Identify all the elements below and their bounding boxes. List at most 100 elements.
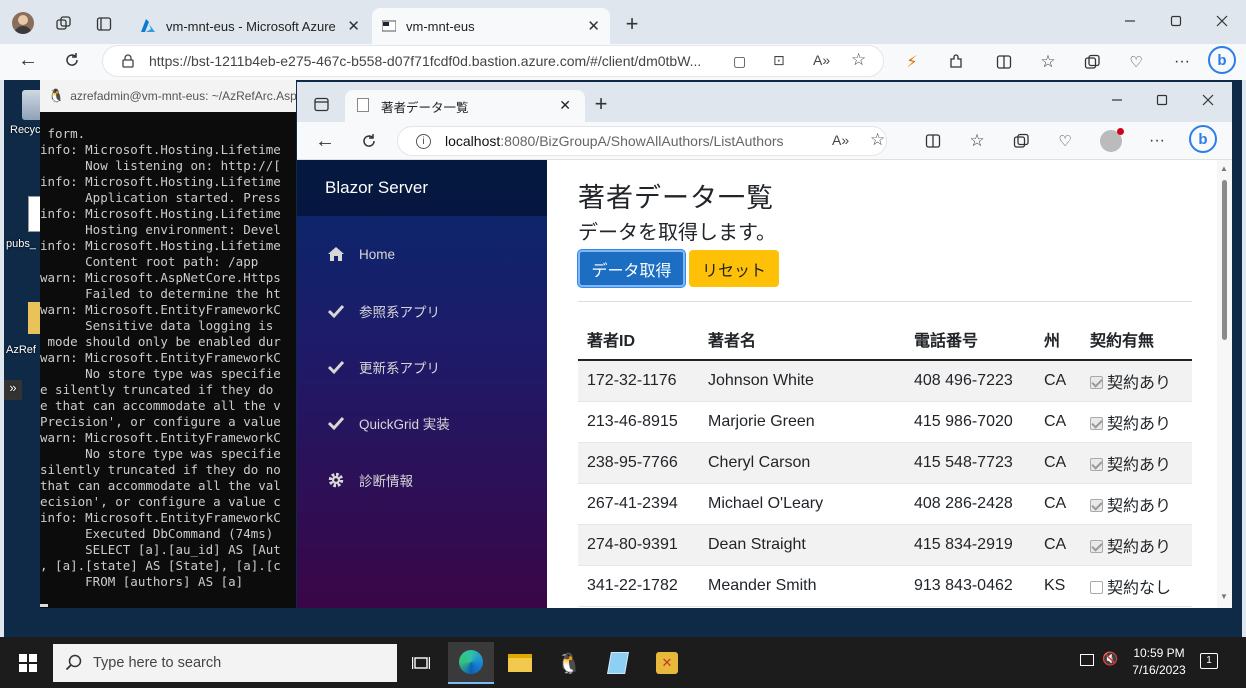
linux-terminal-taskbar-icon[interactable]: 🐧 <box>546 642 592 684</box>
app-available-icon[interactable]: ⊡ <box>773 52 785 69</box>
contract-cell: 契約あり <box>1081 442 1192 484</box>
scroll-thumb[interactable] <box>1222 180 1227 340</box>
file-explorer-icon[interactable] <box>497 642 543 684</box>
bing-copilot-icon[interactable]: b <box>1189 125 1217 153</box>
more-menu-icon[interactable]: ··· <box>1143 127 1171 155</box>
folder-icon[interactable]: AzRef <box>6 302 42 356</box>
expand-chevron-icon[interactable]: » <box>4 380 22 400</box>
bing-copilot-icon[interactable]: b <box>1206 44 1238 76</box>
terminal-line: e that can accommodate all the v <box>40 398 281 413</box>
close-icon[interactable]: ✕ <box>559 97 571 114</box>
terminal-line: info: Microsoft.Hosting.Lifetime <box>40 206 281 221</box>
tab-azure[interactable]: vm-mnt-eus - Microsoft Azure ✕ <box>130 8 370 44</box>
refresh-icon[interactable] <box>56 44 88 76</box>
volume-mute-icon[interactable]: 🔇 <box>1102 651 1118 667</box>
info-icon[interactable]: i <box>416 133 431 149</box>
author-name-cell: Meander Smith <box>699 565 905 607</box>
split-screen-icon[interactable] <box>988 46 1020 78</box>
terminal-window[interactable]: 🐧 azrefadmin@vm-mnt-eus: ~/AzRefArc.Asp … <box>40 80 296 608</box>
terminal-title-bar: 🐧 azrefadmin@vm-mnt-eus: ~/AzRefArc.Asp <box>40 80 296 112</box>
clipboard-icon[interactable]: ▢ <box>733 53 746 70</box>
terminal-line: Executed DbCommand (74ms) <box>40 526 281 541</box>
network-icon[interactable] <box>1080 654 1094 666</box>
tools-app-icon[interactable]: ✕ <box>644 642 690 684</box>
contract-checkbox[interactable] <box>1090 580 1103 594</box>
contract-checkbox[interactable] <box>1090 498 1103 512</box>
new-tab-icon[interactable]: + <box>587 90 615 118</box>
new-tab-icon[interactable]: + <box>616 8 648 40</box>
favorite-star-icon[interactable]: ☆ <box>870 130 885 150</box>
notification-center-icon[interactable]: 1 <box>1200 653 1218 669</box>
refresh-icon[interactable] <box>355 127 383 155</box>
gear-icon <box>328 472 344 488</box>
inner-address-bar[interactable]: i localhost:8080/BizGroupA/ShowAllAuthor… <box>397 126 887 156</box>
contract-checkbox[interactable] <box>1090 457 1103 471</box>
favorite-star-icon[interactable]: ☆ <box>851 50 866 70</box>
tab-vm[interactable]: vm-mnt-eus ✕ <box>372 8 610 44</box>
edge-taskbar-icon[interactable] <box>448 642 494 684</box>
close-icon[interactable]: ✕ <box>587 17 600 35</box>
contract-checkbox[interactable] <box>1090 539 1103 553</box>
contract-checkbox[interactable] <box>1090 375 1103 389</box>
back-icon[interactable]: ← <box>311 127 339 155</box>
column-header-state[interactable]: 州 <box>1035 319 1081 361</box>
profile-icon[interactable] <box>1097 127 1125 155</box>
reset-button[interactable]: リセット <box>689 250 779 287</box>
favorites-icon[interactable]: ☆ <box>1032 46 1064 78</box>
minimize-icon[interactable] <box>1103 86 1131 114</box>
contract-cell: 契約あり <box>1081 401 1192 443</box>
maximize-icon[interactable] <box>1148 86 1176 114</box>
scroll-down-arrow[interactable]: ▼ <box>1220 592 1228 601</box>
nav-item-reference-apps[interactable]: 参照系アプリ <box>327 301 440 321</box>
nav-item-diagnostics[interactable]: 診断情報 <box>327 470 413 490</box>
tab-actions-icon[interactable] <box>88 8 120 40</box>
close-icon[interactable]: ✕ <box>347 17 360 35</box>
close-window-icon[interactable] <box>1206 5 1238 37</box>
taskbar-search[interactable]: Type here to search <box>53 644 397 682</box>
read-aloud-icon[interactable]: A» <box>832 132 849 148</box>
app-brand[interactable]: Blazor Server <box>297 160 547 216</box>
contract-checkbox[interactable] <box>1090 416 1103 430</box>
terminal-line: Sensitive data logging is <box>40 318 281 333</box>
column-header-contract[interactable]: 契約有無 <box>1081 319 1192 361</box>
search-icon <box>65 654 82 671</box>
column-header-phone[interactable]: 電話番号 <box>905 319 1035 361</box>
terminal-line: that can accommodate all the val <box>40 478 281 493</box>
column-header-name[interactable]: 著者名 <box>699 319 905 361</box>
read-aloud-icon[interactable]: A» <box>813 52 830 68</box>
performance-icon[interactable]: ♡ <box>1051 127 1079 155</box>
more-menu-icon[interactable]: ··· <box>1166 46 1198 78</box>
file-icon[interactable]: pubs_ <box>6 196 42 250</box>
tab-actions-icon[interactable] <box>307 90 335 118</box>
extension-orange-icon[interactable]: ⚡ <box>896 46 928 78</box>
favorites-icon[interactable]: ☆ <box>963 127 991 155</box>
performance-icon[interactable]: ♡ <box>1120 46 1152 78</box>
start-button[interactable] <box>5 642 51 684</box>
taskbar: Type here to search 🐧 ✕ 🔇 10:59 PM 7/16/… <box>0 637 1246 688</box>
author-id-cell: 341-22-1782 <box>578 565 699 607</box>
extensions-icon[interactable] <box>940 46 972 78</box>
nav-item-quickgrid[interactable]: QuickGrid 実装 <box>327 413 450 433</box>
collections-icon[interactable] <box>1076 46 1108 78</box>
back-icon[interactable]: ← <box>12 44 44 76</box>
scroll-up-arrow[interactable]: ▲ <box>1220 164 1228 173</box>
page-scrollbar[interactable]: ▲ ▼ <box>1217 160 1232 608</box>
task-view-icon[interactable] <box>398 642 444 684</box>
workspaces-icon[interactable] <box>48 8 80 40</box>
notepad-icon[interactable] <box>595 642 641 684</box>
fetch-data-button[interactable]: データ取得 <box>578 250 685 287</box>
minimize-icon[interactable] <box>1114 5 1146 37</box>
phone-cell: 408 496-7223 <box>905 360 1035 402</box>
inner-tab-authors[interactable]: 著者データ一覧 ✕ <box>345 90 585 122</box>
nav-item-update-apps[interactable]: 更新系アプリ <box>327 357 440 377</box>
system-clock[interactable]: 10:59 PM 7/16/2023 <box>1124 645 1194 679</box>
profile-avatar[interactable] <box>12 12 34 34</box>
outer-address-bar[interactable]: https://bst-1211b4eb-e275-467c-b558-d07f… <box>102 45 884 77</box>
column-header-id[interactable]: 著者ID <box>578 319 699 361</box>
collections-icon[interactable] <box>1007 127 1035 155</box>
split-screen-icon[interactable] <box>919 127 947 155</box>
maximize-icon[interactable] <box>1160 5 1192 37</box>
close-window-icon[interactable] <box>1194 86 1222 114</box>
nav-item-home[interactable]: Home <box>327 246 395 262</box>
divider <box>578 301 1192 302</box>
